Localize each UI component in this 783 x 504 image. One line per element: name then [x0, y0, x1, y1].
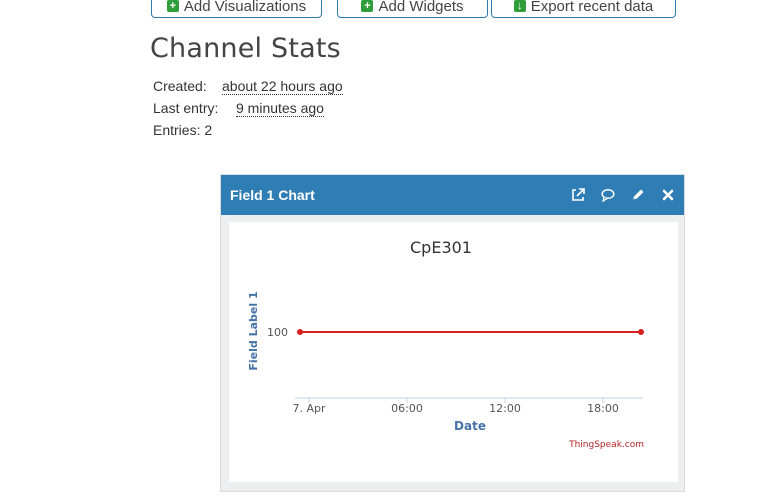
- x-tick-label: 18:00: [587, 402, 619, 415]
- line-chart: CpE301 Field Label 1 Date ThingSpeak.com…: [247, 238, 644, 450]
- created-value: about 22 hours ago: [222, 78, 343, 95]
- plot-layer: 7. Apr 06:00 12:00 18:00 100: [267, 326, 644, 415]
- add-widgets-button[interactable]: + Add Widgets: [337, 0, 488, 18]
- last-entry-row: Last entry: 9 minutes ago: [153, 100, 324, 117]
- y-axis-label: Field Label 1: [247, 291, 260, 370]
- add-visualizations-label: Add Visualizations: [183, 0, 307, 15]
- add-widgets-label: Add Widgets: [378, 0, 464, 15]
- plus-icon: +: [361, 0, 374, 12]
- field-1-chart-panel: Field 1 Chart CpE301 Field Label 1 Date …: [220, 174, 685, 492]
- chart-area: CpE301 Field Label 1 Date ThingSpeak.com…: [229, 222, 678, 482]
- data-point: [638, 329, 644, 335]
- data-point: [297, 329, 303, 335]
- x-tick-label: 06:00: [391, 402, 423, 415]
- entries-value: 2: [204, 122, 213, 138]
- created-row: Created: about 22 hours ago: [153, 78, 343, 95]
- export-recent-data-label: Export recent data: [530, 0, 654, 15]
- export-recent-data-button[interactable]: ↓ Export recent data: [491, 0, 676, 18]
- channel-stats-title: Channel Stats: [150, 33, 341, 64]
- chart-credit[interactable]: ThingSpeak.com: [568, 440, 644, 450]
- x-axis-label: Date: [454, 419, 486, 433]
- last-entry-value: 9 minutes ago: [236, 100, 324, 117]
- panel-title: Field 1 Chart: [230, 187, 315, 203]
- chart-title: CpE301: [410, 238, 472, 257]
- x-tick-label: 12:00: [489, 402, 521, 415]
- x-tick-label: 7. Apr: [292, 402, 325, 415]
- add-visualizations-button[interactable]: + Add Visualizations: [151, 0, 322, 18]
- last-entry-label: Last entry:: [153, 100, 219, 116]
- download-icon: ↓: [513, 0, 526, 12]
- external-link-icon[interactable]: [571, 188, 585, 202]
- plus-icon: +: [166, 0, 179, 12]
- created-label: Created:: [153, 78, 207, 94]
- close-icon[interactable]: [661, 188, 675, 202]
- entries-row: Entries: 2: [153, 122, 212, 138]
- pencil-icon[interactable]: [631, 188, 645, 202]
- y-tick-label: 100: [267, 326, 288, 339]
- entries-label: Entries:: [153, 122, 201, 138]
- comment-icon[interactable]: [601, 188, 615, 202]
- panel-header: Field 1 Chart: [221, 175, 684, 215]
